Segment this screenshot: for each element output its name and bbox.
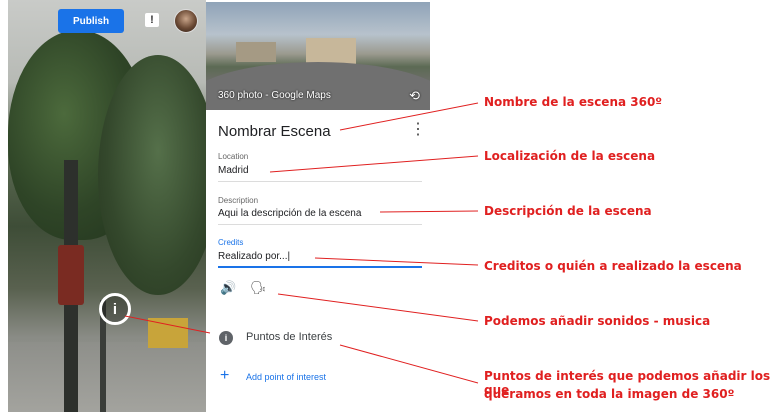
annotation-line-location	[269, 155, 479, 173]
annotation-name: Nombre de la escena 360º	[484, 95, 663, 109]
annotation-sounds: Podemos añadir sonidos - musica	[484, 314, 711, 328]
annotation-line-poi	[339, 344, 479, 384]
annotation-line-credits	[314, 257, 479, 266]
annotation-credits: Creditos o quién a realizado la escena	[484, 259, 742, 273]
annotation-lines	[124, 102, 479, 384]
annotation-poi-line2: queramos en toda la imagen de 360º	[484, 387, 735, 401]
annotation-description: Descripción de la escena	[484, 204, 652, 218]
annotation-line-name	[339, 102, 479, 131]
annotation-location: Localización de la escena	[484, 149, 656, 163]
annotation-line-description	[379, 210, 479, 213]
annotation-line-marker	[124, 315, 211, 334]
annotation-line-sounds	[277, 293, 479, 322]
screenshot: Publish ! i 360 photo - Google Maps ⟲ No…	[0, 0, 776, 420]
